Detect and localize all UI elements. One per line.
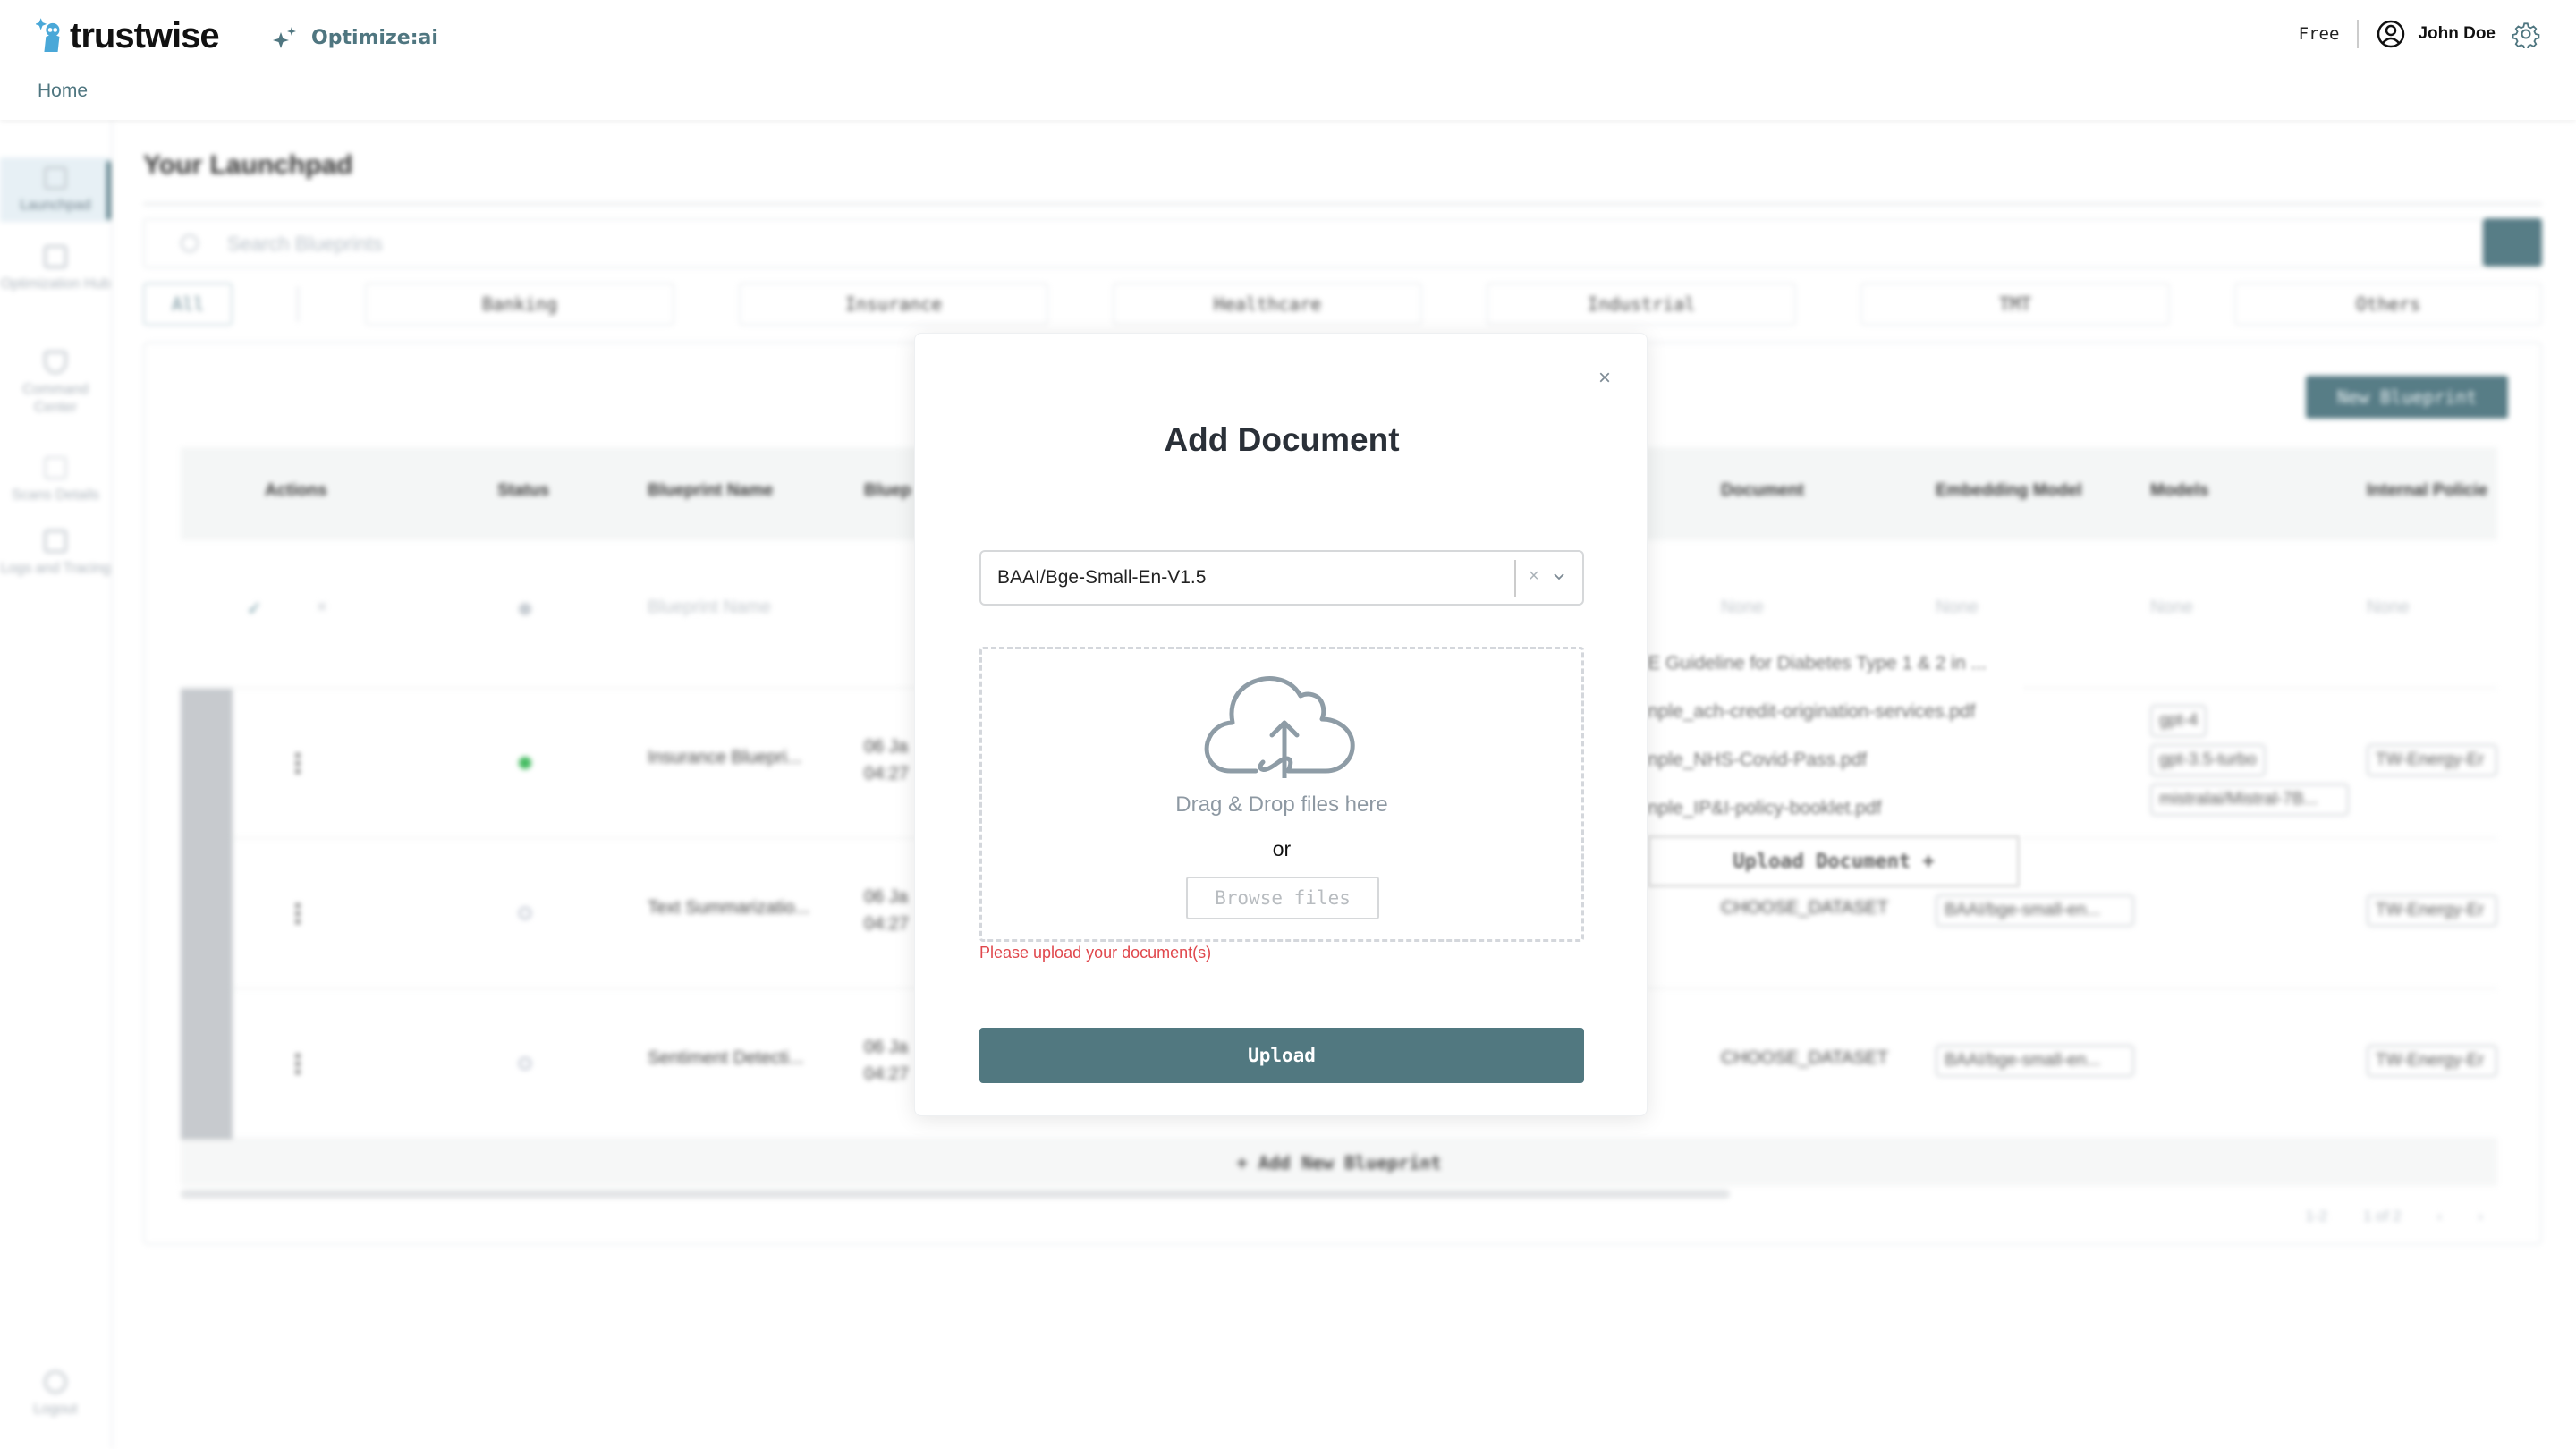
modal-title: Add Document <box>1164 421 1400 458</box>
trustwise-logo[interactable]: trustwise <box>36 16 220 56</box>
embedding-model-value: BAAI/Bge-Small-En-V1.5 <box>997 567 1207 588</box>
breadcrumb-home[interactable]: Home <box>38 80 88 102</box>
upload-button[interactable]: Upload <box>979 1028 1584 1083</box>
file-dropzone[interactable]: Drag & Drop files here or Browse files <box>979 647 1584 942</box>
sparkle-icon <box>273 27 296 48</box>
or-text: or <box>1272 837 1292 860</box>
top-bar: trustwise Optimize:ai Home Free John Doe <box>0 0 2576 120</box>
user-area: Free John Doe <box>2299 18 2540 50</box>
chevron-down-icon[interactable] <box>1552 570 1566 584</box>
add-document-modal: × Add Document BAAI/Bge-Small-En-V1.5 × … <box>914 333 1648 1116</box>
dropzone-text: Drag & Drop files here <box>1175 792 1388 817</box>
upload-error-message: Please upload your document(s) <box>979 944 1212 962</box>
select-divider <box>1514 560 1516 597</box>
close-icon[interactable]: × <box>1598 366 1611 391</box>
brand-name: trustwise <box>70 16 220 55</box>
product-switcher[interactable]: Optimize:ai <box>272 25 438 50</box>
embedding-model-select[interactable]: BAAI/Bge-Small-En-V1.5 × <box>979 550 1584 606</box>
owl-logo-icon <box>36 17 60 52</box>
plan-badge: Free <box>2298 24 2340 44</box>
user-name[interactable]: John Doe <box>2418 24 2496 44</box>
user-avatar-icon[interactable] <box>2377 20 2405 48</box>
divider <box>2357 20 2360 48</box>
browse-files-button[interactable]: Browse files <box>1186 877 1379 919</box>
product-name: Optimize:ai <box>311 26 438 49</box>
cloud-upload-icon <box>1204 676 1355 778</box>
clear-selection-icon[interactable]: × <box>1529 566 1539 587</box>
settings-gear-icon[interactable] <box>2512 20 2540 48</box>
